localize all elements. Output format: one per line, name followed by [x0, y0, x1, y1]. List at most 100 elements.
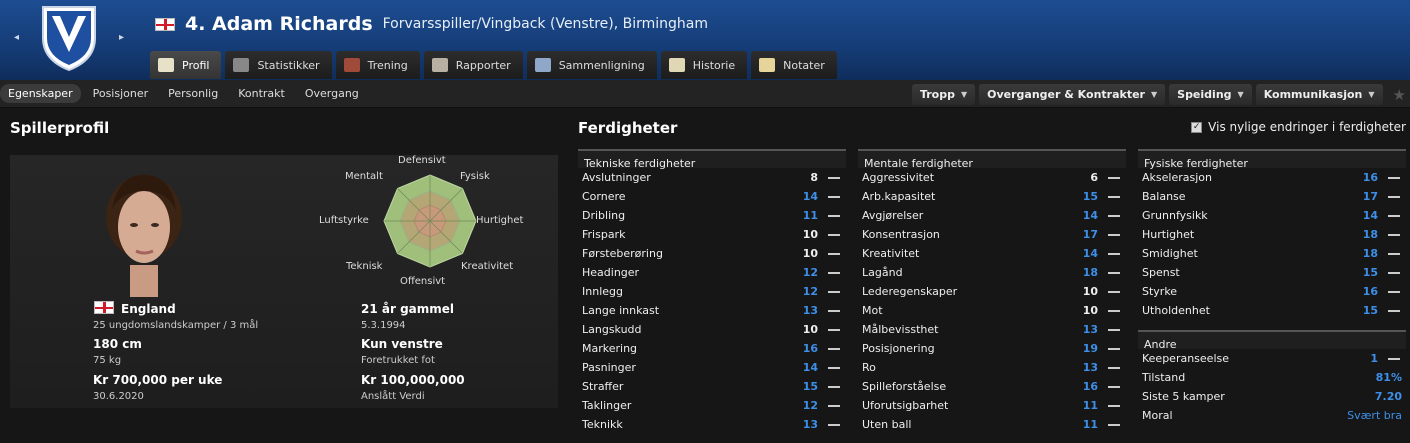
attribute-name: Ro [862, 361, 876, 374]
trend-neutral-icon [1108, 214, 1120, 217]
attribute-row[interactable]: Arb.kapasitet 15 [858, 187, 1126, 206]
menu-label: Overganger & Kontrakter [987, 88, 1145, 101]
attribute-row[interactable]: Ro 13 [858, 358, 1126, 377]
attribute-row[interactable]: Cornere 14 [578, 187, 846, 206]
attribute-row[interactable]: Smidighet 18 [1138, 244, 1406, 263]
history-icon [668, 58, 685, 72]
attribute-row[interactable]: Uforutsigbarhet 11 [858, 396, 1126, 415]
attribute-row[interactable]: Grunnfysikk 14 [1138, 206, 1406, 225]
attribute-row[interactable]: Spenst 15 [1138, 263, 1406, 282]
physical-skills-column: Fysiske ferdigheter Akselerasjon 16 Balanse… [1138, 149, 1406, 425]
checkbox-checked-icon[interactable]: ✓ [1191, 121, 1203, 133]
attribute-row[interactable]: Keeperanseelse 1 [1138, 349, 1406, 368]
menu-1[interactable]: Tropp ▼ [911, 84, 976, 105]
trend-neutral-icon [1388, 252, 1400, 255]
menu-2[interactable]: Overganger & Kontrakter ▼ [979, 84, 1166, 105]
radar-label-hurtighet: Hurtighet [476, 215, 524, 226]
attribute-row[interactable]: Balanse 17 [1138, 187, 1406, 206]
preferred-foot: Kun venstre [361, 337, 443, 351]
attribute-row[interactable]: Tilstand 81% [1138, 368, 1406, 387]
attribute-row[interactable]: Akselerasjon 16 [1138, 168, 1406, 187]
attribute-row[interactable]: Frispark 10 [578, 225, 846, 244]
menu-4[interactable]: Kommunikasjon ▼ [1255, 84, 1383, 105]
preferred-foot-label: Foretrukket fot [361, 355, 435, 366]
player-profile-panel: Defensivt Fysisk Hurtighet Kreativitet O… [10, 155, 558, 408]
tab-sammenligning[interactable]: Sammenligning [526, 51, 657, 79]
attribute-value: 16 [1362, 171, 1378, 184]
attribute-row[interactable]: Avgjørelser 14 [858, 206, 1126, 225]
menu-3[interactable]: Speiding ▼ [1169, 84, 1252, 105]
trend-neutral-icon [828, 195, 840, 198]
attribute-name: Siste 5 kamper [1142, 390, 1225, 403]
attribute-value: 14 [1082, 247, 1098, 260]
subtab-overgang[interactable]: Overgang [297, 84, 367, 103]
next-arrow-icon[interactable]: ▸ [119, 32, 124, 43]
attribute-row[interactable]: Moral Svært bra [1138, 406, 1406, 425]
attribute-value: 18 [1362, 228, 1378, 241]
attribute-row[interactable]: Spilleforståelse 16 [858, 377, 1126, 396]
wage: Kr 700,000 per uke [93, 373, 223, 387]
attribute-row[interactable]: Målbevissthet 13 [858, 320, 1126, 339]
subtab-egenskaper[interactable]: Egenskaper [0, 84, 81, 103]
attribute-row[interactable]: Siste 5 kamper 7.20 [1138, 387, 1406, 406]
attribute-row[interactable]: Uten ball 11 [858, 415, 1126, 434]
attribute-row[interactable]: Lederegenskaper 10 [858, 282, 1126, 301]
attribute-row[interactable]: Pasninger 14 [578, 358, 846, 377]
attribute-name: Posisjonering [862, 342, 935, 355]
attribute-name: Markering [582, 342, 638, 355]
club-crest-icon[interactable] [40, 4, 98, 72]
player-name: 4. Adam Richards [185, 13, 373, 35]
attribute-row[interactable]: Straffer 15 [578, 377, 846, 396]
attribute-row[interactable]: Innlegg 12 [578, 282, 846, 301]
technical-skills-header: Tekniske ferdigheter [578, 149, 846, 170]
attribute-row[interactable]: Kreativitet 14 [858, 244, 1126, 263]
attribute-name: Smidighet [1142, 247, 1198, 260]
attribute-value: 12 [802, 399, 818, 412]
nationality[interactable]: England [121, 302, 176, 316]
trend-neutral-icon [1108, 366, 1120, 369]
attribute-row[interactable]: Avslutninger 8 [578, 168, 846, 187]
attribute-row[interactable]: Mot 10 [858, 301, 1126, 320]
age: 21 år gammel [361, 302, 455, 316]
attribute-row[interactable]: Aggressivitet 6 [858, 168, 1126, 187]
attribute-row[interactable]: Headinger 12 [578, 263, 846, 282]
tab-rapporter[interactable]: Rapporter [423, 51, 523, 79]
previous-arrow-icon[interactable]: ◂ [14, 32, 19, 43]
subtab-kontrakt[interactable]: Kontrakt [230, 84, 293, 103]
tab-profil[interactable]: Profil [150, 51, 222, 79]
attribute-row[interactable]: Taklinger 12 [578, 396, 846, 415]
attribute-value: 18 [1362, 247, 1378, 260]
profile-tabs: Profil Statistikker Trening Rapporter Sammen… [150, 51, 837, 79]
attribute-row[interactable]: Styrke 16 [1138, 282, 1406, 301]
attribute-row[interactable]: Posisjonering 19 [858, 339, 1126, 358]
attribute-row[interactable]: Utholdenhet 15 [1138, 301, 1406, 320]
attribute-value: 1 [1370, 352, 1378, 365]
profile-icon [158, 58, 174, 72]
trend-neutral-icon [828, 366, 840, 369]
attribute-name: Dribling [582, 209, 626, 222]
tab-historie[interactable]: Historie [660, 51, 748, 79]
radar-label-kreativitet: Kreativitet [461, 261, 514, 272]
attribute-name: Innlegg [582, 285, 623, 298]
attribute-name: Straffer [582, 380, 624, 393]
tab-trening[interactable]: Trening [335, 51, 420, 79]
attribute-row[interactable]: Markering 16 [578, 339, 846, 358]
attribute-row[interactable]: Hurtighet 18 [1138, 225, 1406, 244]
attribute-value: 81% [1375, 371, 1402, 384]
attribute-row[interactable]: Lagånd 18 [858, 263, 1126, 282]
tab-notater[interactable]: Notater [751, 51, 837, 79]
attribute-row[interactable]: Førsteberøring 10 [578, 244, 846, 263]
action-menus: Tropp ▼ Overganger & Kontrakter ▼ Speiding ▼ K… [911, 84, 1406, 105]
attribute-row[interactable]: Dribling 11 [578, 206, 846, 225]
attribute-row[interactable]: Lange innkast 13 [578, 301, 846, 320]
attribute-row[interactable]: Langskudd 10 [578, 320, 846, 339]
favorite-star-icon[interactable]: ★ [1393, 86, 1406, 104]
attribute-row[interactable]: Konsentrasjon 17 [858, 225, 1126, 244]
subtab-personlig[interactable]: Personlig [160, 84, 226, 103]
subtab-posisjoner[interactable]: Posisjoner [85, 84, 157, 103]
attribute-value: 7.20 [1374, 390, 1402, 403]
recent-changes-toggle[interactable]: ✓ Vis nylige endringer i ferdigheter [1191, 120, 1406, 134]
attribute-name: Førsteberøring [582, 247, 663, 260]
attribute-row[interactable]: Teknikk 13 [578, 415, 846, 434]
tab-statistikker[interactable]: Statistikker [225, 51, 332, 79]
